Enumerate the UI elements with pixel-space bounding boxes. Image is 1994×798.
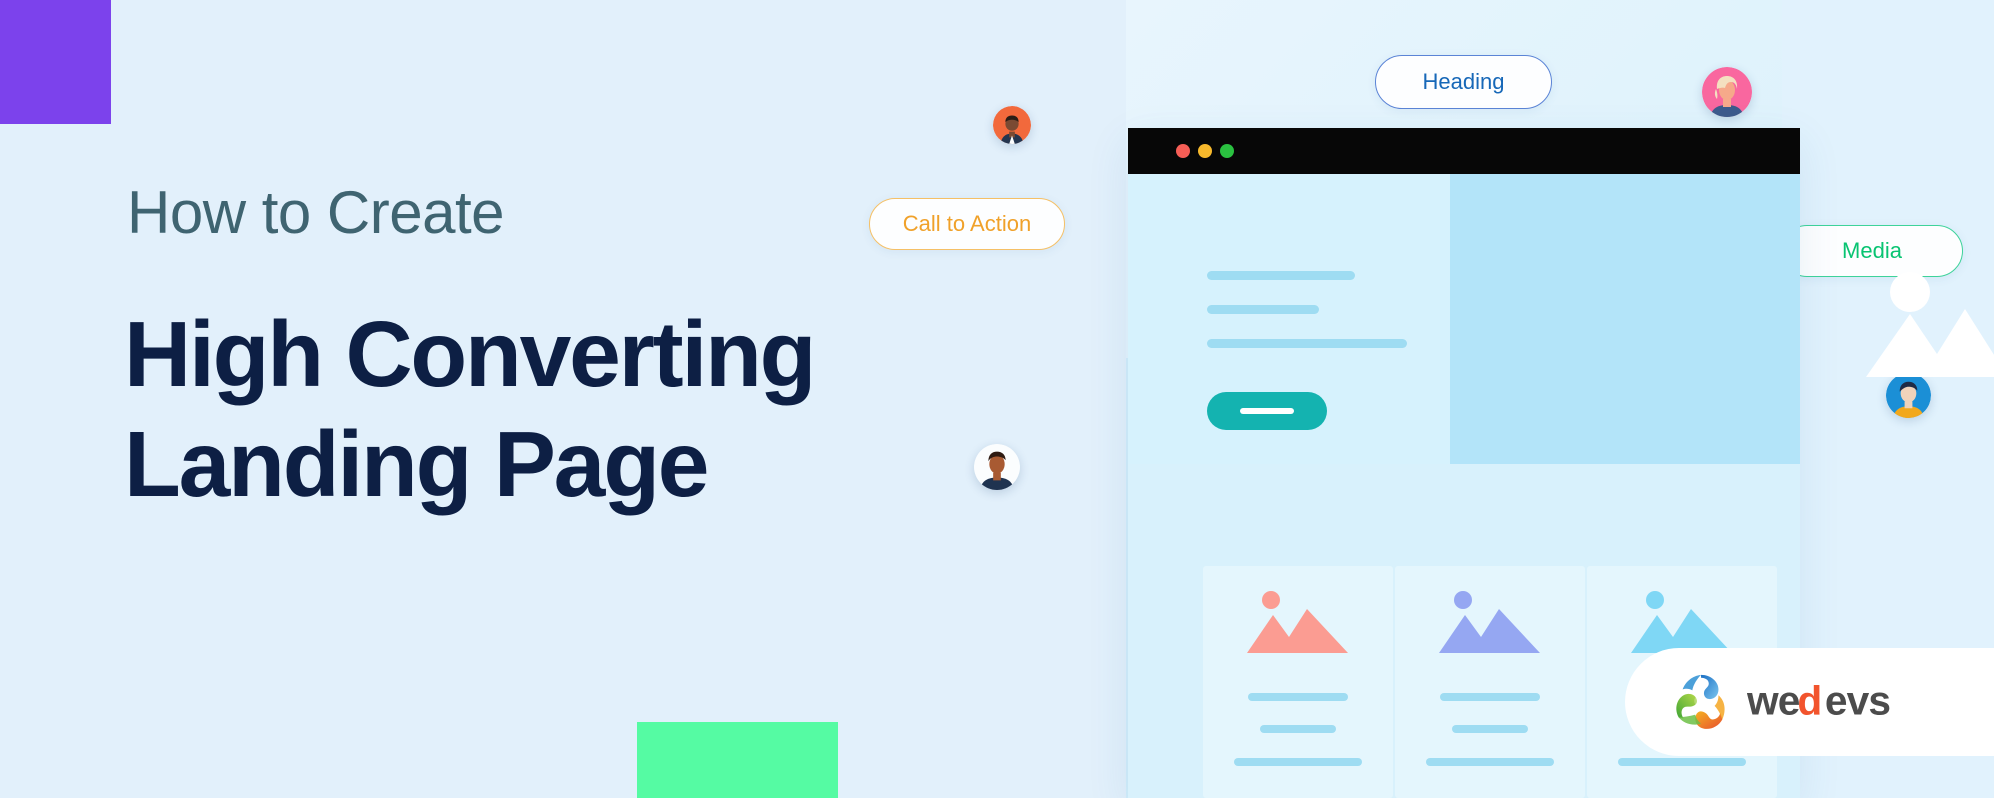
card-text-bar — [1440, 693, 1540, 701]
close-dot[interactable] — [1176, 144, 1190, 158]
landing-page-banner: How to Create High Converting Landing Pa… — [0, 0, 1994, 798]
green-square — [637, 722, 838, 798]
user-avatar-orange — [993, 106, 1031, 144]
user-avatar-orange-icon — [993, 106, 1031, 144]
hero-text-bar — [1207, 339, 1407, 348]
user-avatar-pink — [1702, 67, 1752, 117]
heading-badge-label: Heading — [1422, 69, 1505, 94]
card-text-bar — [1260, 725, 1336, 733]
feature-card — [1395, 566, 1585, 798]
svg-text:we: we — [1747, 679, 1800, 723]
card-text-bar — [1452, 725, 1528, 733]
call-to-action-badge-label: Call to Action — [902, 211, 1032, 236]
call-to-action-badge[interactable]: Call to Action — [869, 198, 1065, 250]
heading-badge[interactable]: Heading — [1375, 55, 1552, 109]
wedevs-logo-lockup: we d evs — [1625, 648, 1994, 756]
mountain-placeholder-icon — [1247, 591, 1348, 653]
minimize-dot[interactable] — [1198, 144, 1212, 158]
purple-square — [0, 0, 111, 124]
wedevs-trefoil-logo-icon — [1676, 674, 1725, 729]
media-badge-label: Media — [1842, 238, 1902, 263]
kicker-text: How to Create — [127, 179, 505, 246]
user-avatar-white — [974, 444, 1020, 490]
hero-text-bar — [1207, 305, 1319, 314]
mountain-placeholder-icon — [1631, 591, 1732, 653]
card-text-bar — [1248, 693, 1348, 701]
card-text-bar — [1426, 758, 1554, 766]
hero-image-column — [1450, 174, 1994, 464]
user-avatar-white-icon — [974, 444, 1020, 490]
mountain-placeholder-icon — [1439, 591, 1540, 653]
hero-cta-button-label-bar — [1240, 408, 1294, 414]
hero-text-bar — [1207, 271, 1355, 280]
browser-titlebar — [1128, 128, 1800, 174]
svg-text:d: d — [1797, 679, 1821, 723]
user-avatar-pink-icon — [1702, 67, 1752, 117]
card-text-bar — [1618, 758, 1746, 766]
feature-card — [1203, 566, 1393, 798]
mountain-placeholder-icon — [1866, 272, 1994, 377]
page-title: High Converting Landing Page — [124, 302, 816, 516]
hero-text-column — [1128, 174, 1450, 464]
wedevs-wordmark: we d evs — [1747, 679, 1891, 723]
card-text-bar — [1234, 758, 1362, 766]
svg-text:evs: evs — [1825, 679, 1890, 723]
maximize-dot[interactable] — [1220, 144, 1234, 158]
hero-cta-button[interactable] — [1207, 392, 1327, 430]
